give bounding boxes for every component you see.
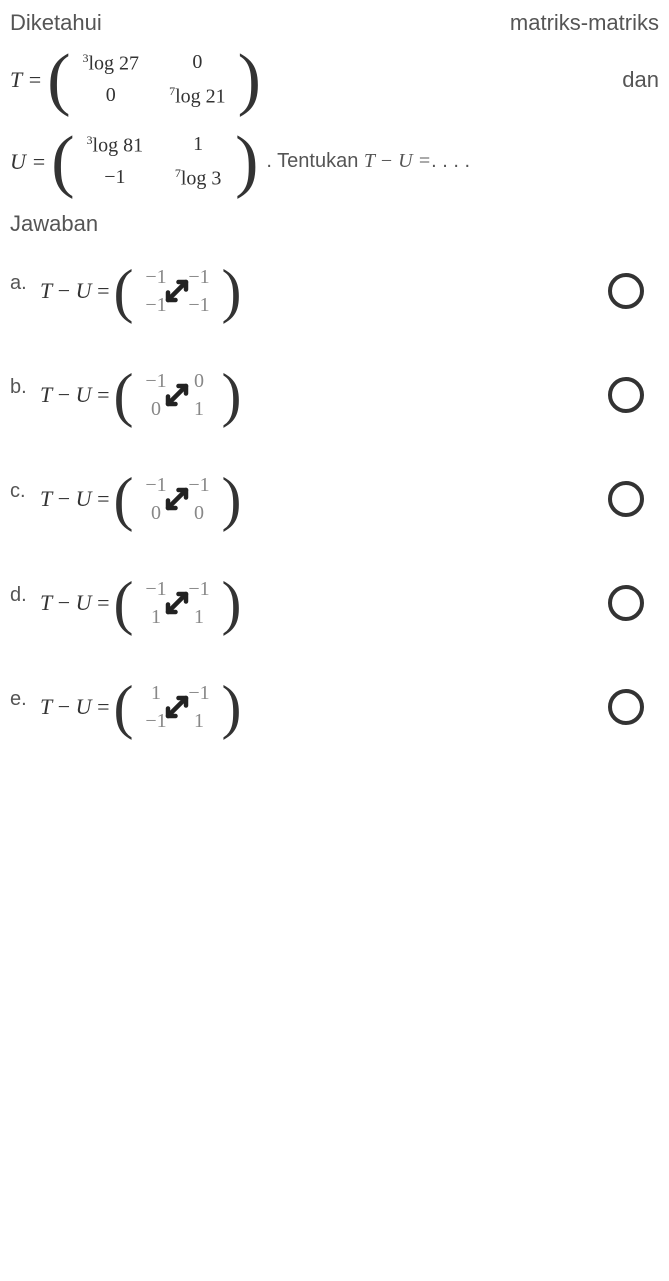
left-paren: ( [51, 134, 74, 190]
radio-button[interactable] [608, 585, 644, 621]
option-letter: e. [10, 688, 40, 711]
right-paren: ) [221, 267, 241, 315]
radio-button[interactable] [608, 481, 644, 517]
T-cell-12: 0 [169, 51, 226, 76]
right-paren: ) [221, 579, 241, 627]
option-matrix[interactable]: ( −1 0 0 1 ) [113, 366, 241, 425]
option-letter: c. [10, 480, 40, 503]
option-equation-label: T − U = [40, 278, 109, 304]
option-content: T − U = ( −1 0 0 1 ) [40, 366, 659, 425]
option-equation-label: T − U = [40, 382, 109, 408]
left-paren: ( [113, 683, 133, 731]
expand-icon[interactable] [159, 377, 195, 413]
option-row: b. T − U = ( −1 0 0 1 ) [10, 366, 659, 425]
dan-label: dan [622, 67, 659, 93]
U-cell-21: −1 [87, 166, 144, 191]
option-row: c. T − U = ( −1 −1 0 0 ) [10, 470, 659, 529]
option-row: e. T − U = ( 1 −1 −1 1 ) [10, 678, 659, 737]
option-row: d. T − U = ( −1 −1 1 1 ) [10, 574, 659, 633]
option-row: a. T − U = ( −1 −1 −1 −1 ) [10, 262, 659, 321]
expand-icon[interactable] [159, 481, 195, 517]
matrix-U-row: U = ( 3log 81 1 −1 7log 3 ) . Tentukan T… [10, 128, 659, 195]
option-equation-label: T − U = [40, 486, 109, 512]
U-cell-12: 1 [173, 133, 223, 158]
option-letter: b. [10, 376, 40, 399]
option-equation-label: T − U = [40, 590, 109, 616]
option-matrix[interactable]: ( −1 −1 1 1 ) [113, 574, 241, 633]
tentukan-prefix: . Tentukan [266, 150, 363, 172]
diketahui-label: Diketahui [10, 10, 102, 36]
matrix-T-row: T = ( 3log 27 0 0 7log 21 ) dan [10, 46, 659, 113]
T-cell-21: 0 [83, 84, 140, 109]
expand-icon[interactable] [159, 585, 195, 621]
matrix-T: ( 3log 27 0 0 7log 21 ) [47, 46, 261, 113]
left-paren: ( [113, 579, 133, 627]
option-matrix[interactable]: ( −1 −1 −1 −1 ) [113, 262, 241, 321]
right-paren: ) [221, 475, 241, 523]
T-cell-22: 7log 21 [169, 84, 226, 109]
option-letter: a. [10, 272, 40, 295]
tentukan-suffix: . . . . [431, 150, 470, 172]
jawaban-title: Jawaban [10, 211, 659, 237]
matrix-U-label: U = [10, 149, 46, 175]
radio-button[interactable] [608, 689, 644, 725]
option-content: T − U = ( 1 −1 −1 1 ) [40, 678, 659, 737]
option-letter: d. [10, 584, 40, 607]
matriks-label: matriks-matriks [510, 10, 659, 36]
expand-icon[interactable] [159, 273, 195, 309]
header-row: Diketahui matriks-matriks [10, 10, 659, 36]
option-matrix[interactable]: ( 1 −1 −1 1 ) [113, 678, 241, 737]
option-matrix[interactable]: ( −1 −1 0 0 ) [113, 470, 241, 529]
tentukan-text: . Tentukan T − U =. . . . [266, 150, 470, 173]
right-paren: ) [221, 371, 241, 419]
radio-button[interactable] [608, 377, 644, 413]
U-cell-11: 3log 81 [87, 133, 144, 158]
left-paren: ( [47, 52, 70, 108]
matrix-U: ( 3log 81 1 −1 7log 3 ) [51, 128, 258, 195]
tentukan-math: T − U = [364, 150, 431, 172]
U-cell-22: 7log 3 [173, 166, 223, 191]
left-paren: ( [113, 371, 133, 419]
option-content: T − U = ( −1 −1 1 1 ) [40, 574, 659, 633]
left-paren: ( [113, 267, 133, 315]
option-content: T − U = ( −1 −1 0 0 ) [40, 470, 659, 529]
option-content: T − U = ( −1 −1 −1 −1 ) [40, 262, 659, 321]
matrix-T-label: T = [10, 67, 42, 93]
option-equation-label: T − U = [40, 694, 109, 720]
left-paren: ( [113, 475, 133, 523]
T-cell-11: 3log 27 [83, 51, 140, 76]
expand-icon[interactable] [159, 689, 195, 725]
right-paren: ) [221, 683, 241, 731]
right-paren: ) [238, 52, 261, 108]
right-paren: ) [235, 134, 258, 190]
radio-button[interactable] [608, 273, 644, 309]
